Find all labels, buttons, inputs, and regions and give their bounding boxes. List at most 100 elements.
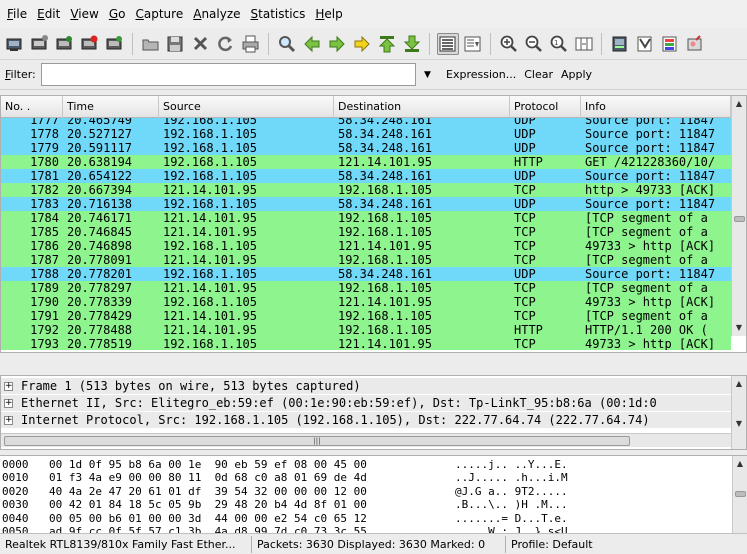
packet-row[interactable]: 1784 20.746171 121.14.101.95 192.168.1.105 T… — [1, 211, 731, 225]
status-interface: Realtek RTL8139/810x Family Fast Ether..… — [0, 535, 252, 553]
scroll-up-icon[interactable]: ▲ — [733, 458, 747, 470]
packet-time: 20.746171 — [67, 211, 133, 225]
menu-statistics[interactable]: Statistics — [246, 0, 311, 28]
save-file-icon[interactable] — [165, 33, 187, 55]
go-forward-icon[interactable] — [326, 33, 348, 55]
hex-dump-row[interactable]: 0010 01 f3 4a e9 00 00 80 11 0d 68 c0 a8 … — [0, 471, 730, 484]
scroll-up-icon[interactable]: ▲ — [732, 98, 746, 110]
col-no-header[interactable]: No. . — [1, 96, 63, 118]
col-source-header[interactable]: Source — [159, 96, 334, 118]
coloring-rules-icon[interactable] — [659, 33, 681, 55]
go-back-icon[interactable] — [301, 33, 323, 55]
packet-info: [TCP segment of a — [585, 281, 708, 295]
details-hscroll-thumb[interactable]: ||| — [4, 436, 630, 446]
bytes-vscroll[interactable]: ▲ — [732, 456, 747, 533]
stop-capture-icon[interactable] — [79, 33, 101, 55]
packet-protocol: UDP — [514, 197, 536, 211]
toolbar-separator — [132, 32, 133, 55]
colorize-icon[interactable] — [436, 32, 459, 55]
expand-icon[interactable]: + — [4, 399, 13, 408]
packet-destination: 121.14.101.95 — [338, 295, 432, 309]
auto-scroll-icon[interactable] — [462, 33, 484, 55]
packet-row[interactable]: 1779 20.591117 192.168.1.105 58.34.248.161 U… — [1, 141, 731, 155]
detail-tree-row[interactable]: + Internet Protocol, Src: 192.168.1.105 (… — [1, 412, 731, 429]
filter-input[interactable] — [41, 63, 416, 86]
details-vscroll[interactable]: ▲ ▼ — [731, 376, 746, 449]
col-time-header[interactable]: Time — [63, 96, 159, 118]
packet-row[interactable]: 1791 20.778429 121.14.101.95 192.168.1.105 T… — [1, 309, 731, 323]
packet-row[interactable]: 1782 20.667394 121.14.101.95 192.168.1.105 T… — [1, 183, 731, 197]
detail-tree-row[interactable]: + Ethernet II, Src: Elitegro_eb:59:ef (00… — [1, 395, 731, 412]
normal-size-icon[interactable]: 1 — [548, 33, 570, 55]
packet-row[interactable]: 1787 20.778091 121.14.101.95 192.168.1.105 T… — [1, 253, 731, 267]
detail-tree-row[interactable]: + Frame 1 (513 bytes on wire, 513 bytes c… — [1, 378, 731, 395]
packet-row[interactable]: 1793 20.778519 192.168.1.105 121.14.101.95 T… — [1, 337, 731, 350]
menu-view[interactable]: View — [65, 0, 103, 28]
restart-capture-icon[interactable] — [104, 33, 126, 55]
packet-row[interactable]: 1788 20.778201 192.168.1.105 58.34.248.161 U… — [1, 267, 731, 281]
status-profile[interactable]: Profile: Default — [506, 536, 736, 553]
col-destination-header[interactable]: Destination — [334, 96, 510, 118]
preferences-icon[interactable] — [684, 33, 706, 55]
zoom-in-icon[interactable] — [498, 33, 520, 55]
packet-row[interactable]: 1785 20.746845 121.14.101.95 192.168.1.105 T… — [1, 225, 731, 239]
go-to-packet-icon[interactable] — [351, 33, 373, 55]
menu-analyze[interactable]: Analyze — [188, 0, 245, 28]
menu-file[interactable]: File — [2, 0, 32, 28]
packet-row[interactable]: 1786 20.746898 192.168.1.105 121.14.101.95 T… — [1, 239, 731, 253]
interface-list-icon[interactable] — [4, 33, 26, 55]
col-protocol-header[interactable]: Protocol — [510, 96, 581, 118]
packet-row[interactable]: 1790 20.778339 192.168.1.105 121.14.101.95 T… — [1, 295, 731, 309]
start-capture-icon[interactable] — [54, 33, 76, 55]
filter-label: Filter: — [5, 68, 36, 81]
reload-icon[interactable] — [215, 33, 237, 55]
packet-row[interactable]: 1783 20.716138 192.168.1.105 58.34.248.161 U… — [1, 197, 731, 211]
hex-dump-row[interactable]: 0030 00 42 01 84 18 5c 05 9b 29 48 20 b4 … — [0, 498, 730, 511]
hex-dump-row[interactable]: 0040 00 05 00 b6 01 00 00 3d 44 00 00 e2 … — [0, 512, 730, 525]
packet-row[interactable]: 1780 20.638194 192.168.1.105 121.14.101.95 H… — [1, 155, 731, 169]
menu-capture[interactable]: Capture — [130, 0, 188, 28]
zoom-out-icon[interactable] — [523, 33, 545, 55]
resize-columns-icon[interactable] — [573, 33, 595, 55]
packet-list-hscroll[interactable]: ||| — [1, 352, 731, 353]
packet-info: http > 49733 [ACK] — [585, 183, 716, 197]
filter-history-dropdown[interactable]: ▼ — [424, 70, 438, 80]
go-first-icon[interactable] — [376, 33, 398, 55]
packet-source: 121.14.101.95 — [163, 253, 257, 267]
col-info-header[interactable]: Info — [581, 96, 731, 118]
hex-dump-row[interactable]: 0050 ad 9f cc 0f 5f 57 c1 3b 4a d8 99 7d … — [0, 525, 730, 533]
open-file-icon[interactable] — [140, 33, 162, 55]
expand-icon[interactable]: + — [4, 382, 13, 391]
packet-row[interactable]: 1789 20.778297 121.14.101.95 192.168.1.105 T… — [1, 281, 731, 295]
hex-dump-row[interactable]: 0020 40 4a 2e 47 20 61 01 df 39 54 32 00 … — [0, 485, 730, 498]
find-packet-icon[interactable] — [276, 33, 298, 55]
packet-row[interactable]: 1777 20.465749 192.168.1.105 58.34.248.161 U… — [1, 118, 731, 127]
packet-list-vscroll[interactable]: ▲ ▼ — [731, 96, 746, 336]
go-last-icon[interactable] — [401, 33, 423, 55]
hex-dump-row[interactable]: 0000 00 1d 0f 95 b8 6a 00 1e 90 eb 59 ef … — [0, 458, 730, 471]
menu-help[interactable]: Help — [310, 0, 347, 28]
display-filters-icon[interactable] — [634, 33, 656, 55]
packet-protocol: TCP — [514, 253, 536, 267]
packet-time: 20.638194 — [67, 155, 133, 169]
bytes-vscroll-thumb[interactable] — [735, 491, 746, 497]
packet-row[interactable]: 1778 20.527127 192.168.1.105 58.34.248.161 U… — [1, 127, 731, 141]
details-hscroll[interactable]: ||| — [1, 433, 731, 447]
expand-icon[interactable]: + — [4, 416, 13, 425]
scroll-down-icon[interactable]: ▼ — [732, 418, 746, 430]
capture-options-icon[interactable] — [29, 33, 51, 55]
packet-row[interactable]: 1781 20.654122 192.168.1.105 58.34.248.161 U… — [1, 169, 731, 183]
packet-list-vscroll-thumb[interactable] — [734, 216, 745, 222]
packet-row[interactable]: 1792 20.778488 121.14.101.95 192.168.1.105 H… — [1, 323, 731, 337]
packet-protocol: TCP — [514, 281, 536, 295]
apply-button[interactable]: Apply — [561, 68, 592, 81]
close-file-icon[interactable] — [190, 33, 212, 55]
clear-button[interactable]: Clear — [524, 68, 553, 81]
menu-go[interactable]: Go — [104, 0, 131, 28]
expression-button[interactable]: Expression... — [446, 68, 516, 81]
scroll-up-icon[interactable]: ▲ — [732, 378, 746, 390]
menu-edit[interactable]: Edit — [32, 0, 65, 28]
scroll-down-icon[interactable]: ▼ — [732, 322, 746, 334]
capture-filters-icon[interactable] — [609, 33, 631, 55]
print-icon[interactable] — [240, 33, 262, 55]
